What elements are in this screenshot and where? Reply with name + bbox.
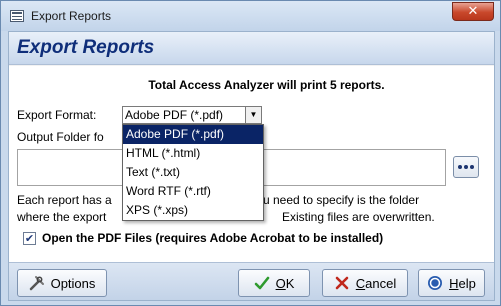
export-reports-window: Export Reports ✕ Export Reports Total Ac…	[0, 0, 501, 306]
dropdown-option[interactable]: Adobe PDF (*.pdf)	[123, 125, 263, 144]
window-title: Export Reports	[31, 9, 112, 23]
browse-folder-button[interactable]	[453, 156, 479, 178]
ellipsis-icon	[458, 165, 462, 169]
x-icon	[334, 275, 350, 291]
export-format-label: Export Format:	[17, 108, 97, 122]
dialog-body: Total Access Analyzer will print 5 repor…	[9, 66, 494, 262]
dialog-client: Export Reports Total Access Analyzer wil…	[8, 31, 495, 301]
chevron-down-icon[interactable]: ▼	[245, 107, 261, 123]
cancel-label: Cancel	[355, 275, 397, 291]
open-pdf-label: Open the PDF Files (requires Adobe Acrob…	[42, 231, 384, 245]
export-format-select[interactable]: Adobe PDF (*.pdf) ▼	[122, 106, 262, 124]
help-button[interactable]: Help	[418, 269, 485, 297]
dropdown-option[interactable]: Text (*.txt)	[123, 163, 263, 182]
header-band: Export Reports	[9, 32, 494, 65]
tools-icon	[29, 275, 45, 291]
dropdown-option[interactable]: Word RTF (*.rtf)	[123, 182, 263, 201]
page-title: Export Reports	[17, 37, 155, 58]
open-pdf-row[interactable]: ✔ Open the PDF Files (requires Adobe Acr…	[23, 231, 383, 245]
options-label: Options	[50, 275, 96, 291]
help-label: Help	[449, 275, 476, 291]
intro-text: Total Access Analyzer will print 5 repor…	[148, 78, 385, 92]
cancel-button[interactable]: Cancel	[322, 269, 408, 297]
form-icon	[10, 10, 24, 22]
ok-label: OK	[275, 275, 295, 291]
help-icon	[427, 275, 443, 291]
output-folder-label: Output Folder fo	[17, 130, 104, 144]
export-format-dropdown: Adobe PDF (*.pdf) HTML (*.html) Text (*.…	[122, 124, 264, 221]
export-format-value: Adobe PDF (*.pdf)	[125, 108, 224, 122]
button-bar: Options OK Cancel Help	[9, 262, 494, 300]
options-button[interactable]: Options	[17, 269, 107, 297]
ok-button[interactable]: OK	[238, 269, 310, 297]
check-icon: ✔	[24, 231, 35, 245]
checkmark-icon	[254, 275, 270, 291]
open-pdf-checkbox[interactable]: ✔	[23, 231, 36, 245]
close-button[interactable]: ✕	[452, 2, 494, 21]
dropdown-option[interactable]: HTML (*.html)	[123, 144, 263, 163]
dropdown-option[interactable]: XPS (*.xps)	[123, 201, 263, 220]
close-icon: ✕	[467, 4, 479, 19]
title-bar: Export Reports ✕	[1, 1, 500, 31]
